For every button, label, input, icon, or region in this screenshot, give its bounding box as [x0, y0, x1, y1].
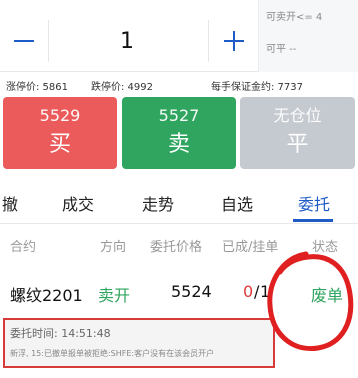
buy-label: 买: [48, 132, 71, 157]
header-contract: 合约: [10, 240, 37, 255]
header-order-price: 委托价格: [150, 240, 203, 255]
minus-icon[interactable]: [10, 26, 40, 56]
sellable-open-label: 可卖开<= 4: [266, 12, 323, 23]
position-info-panel: 可卖开<= 4 可平 --: [258, 0, 358, 72]
sell-label: 卖: [167, 132, 190, 157]
order-detail-box: 委托时间: 14:51:48 新浮, 15:已撤单报单被拒绝:SHFE:客户没有…: [3, 318, 275, 368]
order-slash: /: [254, 282, 260, 301]
order-price: 5524: [171, 282, 212, 301]
header-filled-pending: 已成/挂单: [222, 240, 279, 255]
tab-cancel[interactable]: 撤: [2, 191, 18, 215]
limit-up-price: 涨停价: 5861: [6, 82, 68, 93]
close-position-button: 无仓位 平: [240, 97, 355, 169]
buy-price: 5529: [39, 106, 81, 125]
order-time: 委托时间: 14:51:48: [10, 327, 111, 340]
quantity-input[interactable]: 1: [52, 24, 202, 60]
orders-table-header: 合约 方向 委托价格 已成/挂单 状态: [0, 232, 358, 256]
table-row[interactable]: 螺纹2201 卖开 5524 0 / 1 废单: [0, 272, 358, 312]
order-pending: 1: [260, 282, 271, 301]
quantity-stepper: 1: [0, 14, 258, 72]
sell-button[interactable]: 5527 卖: [122, 97, 236, 169]
header-direction: 方向: [100, 240, 127, 255]
sell-price: 5527: [158, 106, 200, 125]
order-status: 废单: [311, 286, 344, 305]
price-info-row: 涨停价: 5861 跌停价: 4992 每手保证金约: 7737: [0, 74, 358, 94]
tab-trend[interactable]: 走势: [142, 191, 174, 215]
tab-bar: 撤 成交 走势 自选 委托: [0, 178, 358, 224]
buy-button[interactable]: 5529 买: [3, 97, 117, 169]
order-contract: 螺纹2201: [10, 286, 83, 305]
quantity-row: 1 可卖开<= 4 可平 --: [0, 0, 358, 72]
tab-orders[interactable]: 委托: [298, 191, 330, 215]
limit-down-price: 跌停价: 4992: [91, 82, 153, 93]
tab-watchlist[interactable]: 自选: [221, 191, 253, 215]
tab-trades[interactable]: 成交: [62, 191, 94, 215]
order-message: 新浮, 15:已撤单报单被拒绝:SHFE:客户没有在该会员开户: [10, 349, 215, 358]
close-status: 无仓位: [273, 106, 322, 125]
order-direction: 卖开: [98, 286, 131, 305]
close-label: 平: [286, 132, 309, 157]
active-tab-indicator: [293, 219, 333, 222]
divider: [48, 20, 49, 62]
order-filled: 0: [243, 282, 254, 301]
margin-per-lot: 每手保证金约: 7737: [211, 82, 303, 93]
header-status: 状态: [312, 240, 339, 255]
closeable-label: 可平 --: [266, 44, 297, 55]
plus-icon[interactable]: [220, 26, 250, 56]
divider: [208, 20, 209, 62]
